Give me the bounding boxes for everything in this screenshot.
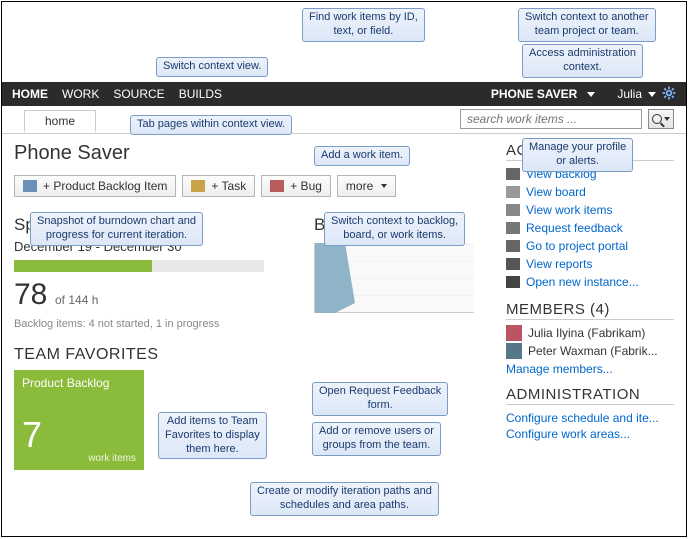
bug-icon: [270, 180, 284, 192]
callout-burndown-snapshot: Snapshot of burndown chart and progress …: [30, 212, 203, 246]
members-heading: MEMBERS (4): [506, 301, 674, 320]
chevron-down-icon[interactable]: [587, 92, 595, 97]
administration-heading: ADMINISTRATION: [506, 386, 674, 405]
sprint-progress-done: [14, 260, 152, 272]
callout-add-work-item: Add a work item.: [314, 146, 410, 166]
callout-switch-backlog: Switch context to backlog, board, or wor…: [324, 212, 465, 246]
favorite-tile-count: 7: [22, 414, 42, 456]
callout-context-view: Switch context view.: [156, 57, 268, 77]
top-nav: HOME WORK SOURCE BUILDS PHONE SAVER Juli…: [2, 82, 686, 106]
sprint-hours: 78: [14, 278, 47, 312]
member-row: Peter Waxman (Fabrik...: [506, 342, 674, 360]
chevron-down-icon[interactable]: [648, 92, 656, 97]
add-backlog-item-button[interactable]: + Product Backlog Item: [14, 175, 176, 197]
favorite-tile-sub: work items: [88, 453, 136, 464]
favorite-tile[interactable]: Product Backlog 7 work items: [14, 370, 144, 470]
sprint-hours-total: of 144 h: [55, 293, 98, 307]
activity-view-reports[interactable]: View reports: [506, 255, 674, 273]
board-icon: [506, 186, 520, 198]
activity-request-feedback[interactable]: Request feedback: [506, 219, 674, 237]
activity-view-board[interactable]: View board: [506, 183, 674, 201]
backlog-status: Backlog items: 4 not started, 1 in progr…: [14, 318, 294, 330]
callout-add-remove-users: Add or remove users or groups from the t…: [312, 422, 441, 456]
avatar-icon: [506, 343, 522, 359]
activity-open-new-instance[interactable]: Open new instance...: [506, 273, 674, 291]
sprint-progress-bar: [14, 260, 264, 272]
more-button[interactable]: more: [337, 175, 396, 197]
search-button[interactable]: [648, 109, 674, 129]
callout-request-feedback: Open Request Feedback form.: [312, 382, 448, 416]
configure-schedule-link[interactable]: Configure schedule and ite...: [506, 409, 674, 425]
activity-view-work-items[interactable]: View work items: [506, 201, 674, 219]
burndown-area-icon: [315, 243, 475, 313]
portal-icon: [506, 240, 520, 252]
callout-manage-profile: Manage your profile or alerts.: [522, 138, 633, 172]
nav-builds[interactable]: BUILDS: [179, 87, 222, 101]
configure-work-areas-link[interactable]: Configure work areas...: [506, 425, 674, 441]
task-icon: [191, 180, 205, 192]
window-icon: [506, 276, 520, 288]
list-icon: [506, 168, 520, 180]
team-favorites-heading: TEAM FAVORITES: [14, 346, 294, 364]
nav-work[interactable]: WORK: [62, 87, 99, 101]
avatar-icon: [506, 325, 522, 341]
backlog-icon: [23, 180, 37, 192]
callout-team-favorites: Add items to Team Favorites to display t…: [158, 412, 267, 459]
chevron-down-icon: [381, 184, 387, 188]
user-menu[interactable]: Julia: [617, 87, 642, 101]
items-icon: [506, 204, 520, 216]
search-input[interactable]: [461, 110, 641, 128]
search-input-wrapper: [460, 109, 642, 129]
reports-icon: [506, 258, 520, 270]
nav-source[interactable]: SOURCE: [113, 87, 164, 101]
add-bug-button[interactable]: + Bug: [261, 175, 331, 197]
member-row: Julia Ilyina (Fabrikam): [506, 324, 674, 342]
tab-row: home: [2, 106, 686, 134]
favorite-tile-title: Product Backlog: [22, 376, 136, 390]
callout-iteration-paths: Create or modify iteration paths and sch…: [250, 482, 439, 516]
callout-admin-context: Access administration context.: [522, 44, 643, 78]
chevron-down-icon: [664, 117, 670, 121]
search-icon: [652, 114, 662, 124]
gear-icon[interactable]: [662, 86, 676, 103]
nav-home[interactable]: HOME: [12, 87, 48, 101]
activity-project-portal[interactable]: Go to project portal: [506, 237, 674, 255]
manage-members-link[interactable]: Manage members...: [506, 360, 674, 376]
add-task-button[interactable]: + Task: [182, 175, 255, 197]
callout-tab-pages: Tab pages within context view.: [130, 115, 292, 135]
callout-find-work-items: Find work items by ID, text, or field.: [302, 8, 425, 42]
project-switcher[interactable]: PHONE SAVER: [491, 87, 577, 101]
tab-home[interactable]: home: [24, 110, 96, 132]
feedback-icon: [506, 222, 520, 234]
callout-switch-team: Switch context to another team project o…: [518, 8, 656, 42]
burndown-chart: [314, 243, 474, 313]
